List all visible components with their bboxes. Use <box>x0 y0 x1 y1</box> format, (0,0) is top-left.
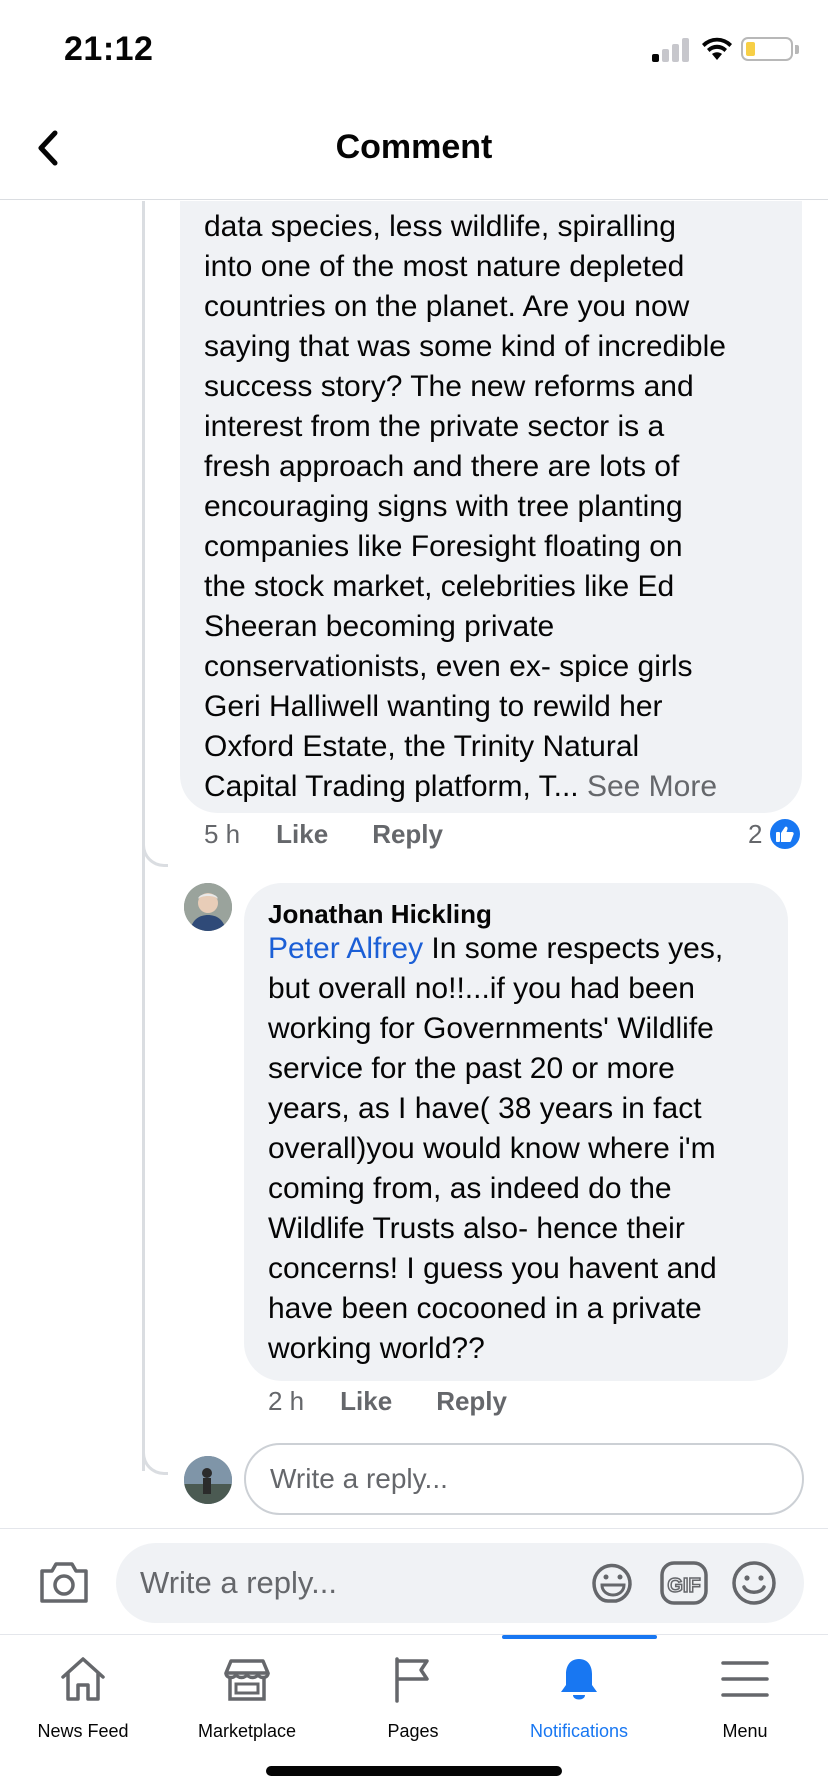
comment-meta: 2 h Like Reply <box>268 1386 551 1417</box>
comment-body: data species, less wildlife, spiralling … <box>204 210 726 803</box>
camera-icon[interactable] <box>38 1559 90 1605</box>
comment-text: data species, less wildlife, spiralling … <box>204 207 794 807</box>
thread-line <box>142 201 145 1471</box>
battery-level <box>746 42 755 56</box>
composer-placeholder: Write a reply... <box>140 1565 337 1600</box>
comment-bubble[interactable]: data species, less wildlife, spiralling … <box>180 201 802 813</box>
reply-button[interactable]: Reply <box>436 1386 507 1417</box>
comment-author[interactable]: Jonathan Hickling <box>268 899 492 930</box>
comment-composer: Write a reply... GIF <box>0 1528 828 1634</box>
sticker-icon[interactable] <box>588 1559 636 1607</box>
reply-button[interactable]: Reply <box>372 819 443 850</box>
comment-meta: 5 h Like Reply <box>204 819 487 850</box>
status-time: 21:12 <box>64 30 154 68</box>
comment-thread[interactable]: data species, less wildlife, spiralling … <box>0 201 828 1527</box>
tab-label: Pages <box>387 1721 439 1741</box>
tab-label: Menu <box>722 1721 768 1741</box>
battery-nub <box>795 45 799 54</box>
thread-connector <box>142 841 168 867</box>
reaction-count: 2 <box>748 818 763 849</box>
wifi-icon <box>702 37 732 60</box>
avatar[interactable] <box>184 883 232 931</box>
emoji-icon[interactable] <box>730 1559 778 1607</box>
mention-link[interactable]: Peter Alfrey <box>268 932 423 965</box>
hamburger-icon <box>721 1661 769 1697</box>
avatar <box>184 1456 232 1504</box>
reaction-summary[interactable]: 2 <box>748 817 803 851</box>
shop-icon <box>224 1659 270 1701</box>
flag-icon <box>395 1657 429 1703</box>
comment-time: 2 h <box>268 1386 305 1416</box>
tab-label: Marketplace <box>197 1721 297 1741</box>
gif-button[interactable]: GIF <box>660 1561 708 1605</box>
comment-body: In some respects yes, but overall no!!..… <box>268 932 724 1365</box>
page-title: Comment <box>335 128 493 166</box>
tab-news-feed[interactable]: News Feed <box>0 1635 166 1755</box>
composer-input[interactable]: Write a reply... GIF <box>116 1543 804 1623</box>
tab-marketplace[interactable]: Marketplace <box>164 1635 330 1755</box>
gif-label: GIF <box>667 1575 700 1597</box>
reply-input-placeholder: Write a reply... <box>270 1463 448 1494</box>
battery-icon <box>741 37 793 61</box>
signal-icon <box>652 38 690 62</box>
tab-notifications[interactable]: Notifications <box>496 1635 662 1755</box>
thread-connector <box>142 1449 168 1475</box>
tab-pages[interactable]: Pages <box>330 1635 496 1755</box>
status-bar: 21:12 <box>0 0 828 100</box>
thumbs-up-icon <box>768 817 803 851</box>
tab-menu[interactable]: Menu <box>662 1635 828 1755</box>
comment-time: 5 h <box>204 819 241 849</box>
home-icon <box>61 1657 105 1701</box>
like-button[interactable]: Like <box>276 819 328 850</box>
home-indicator[interactable] <box>266 1766 562 1776</box>
comment-bubble[interactable]: Jonathan Hickling Peter Alfrey In some r… <box>244 883 788 1381</box>
tab-label: News Feed <box>37 1721 129 1741</box>
comment-text: Peter Alfrey In some respects yes, but o… <box>268 929 776 1369</box>
tab-label: Notifications <box>529 1721 629 1741</box>
header: Comment <box>0 100 828 200</box>
like-button[interactable]: Like <box>340 1386 392 1417</box>
see-more-link[interactable]: See More <box>587 770 717 803</box>
reply-input[interactable]: Write a reply... <box>244 1443 804 1515</box>
bell-icon <box>561 1659 597 1700</box>
